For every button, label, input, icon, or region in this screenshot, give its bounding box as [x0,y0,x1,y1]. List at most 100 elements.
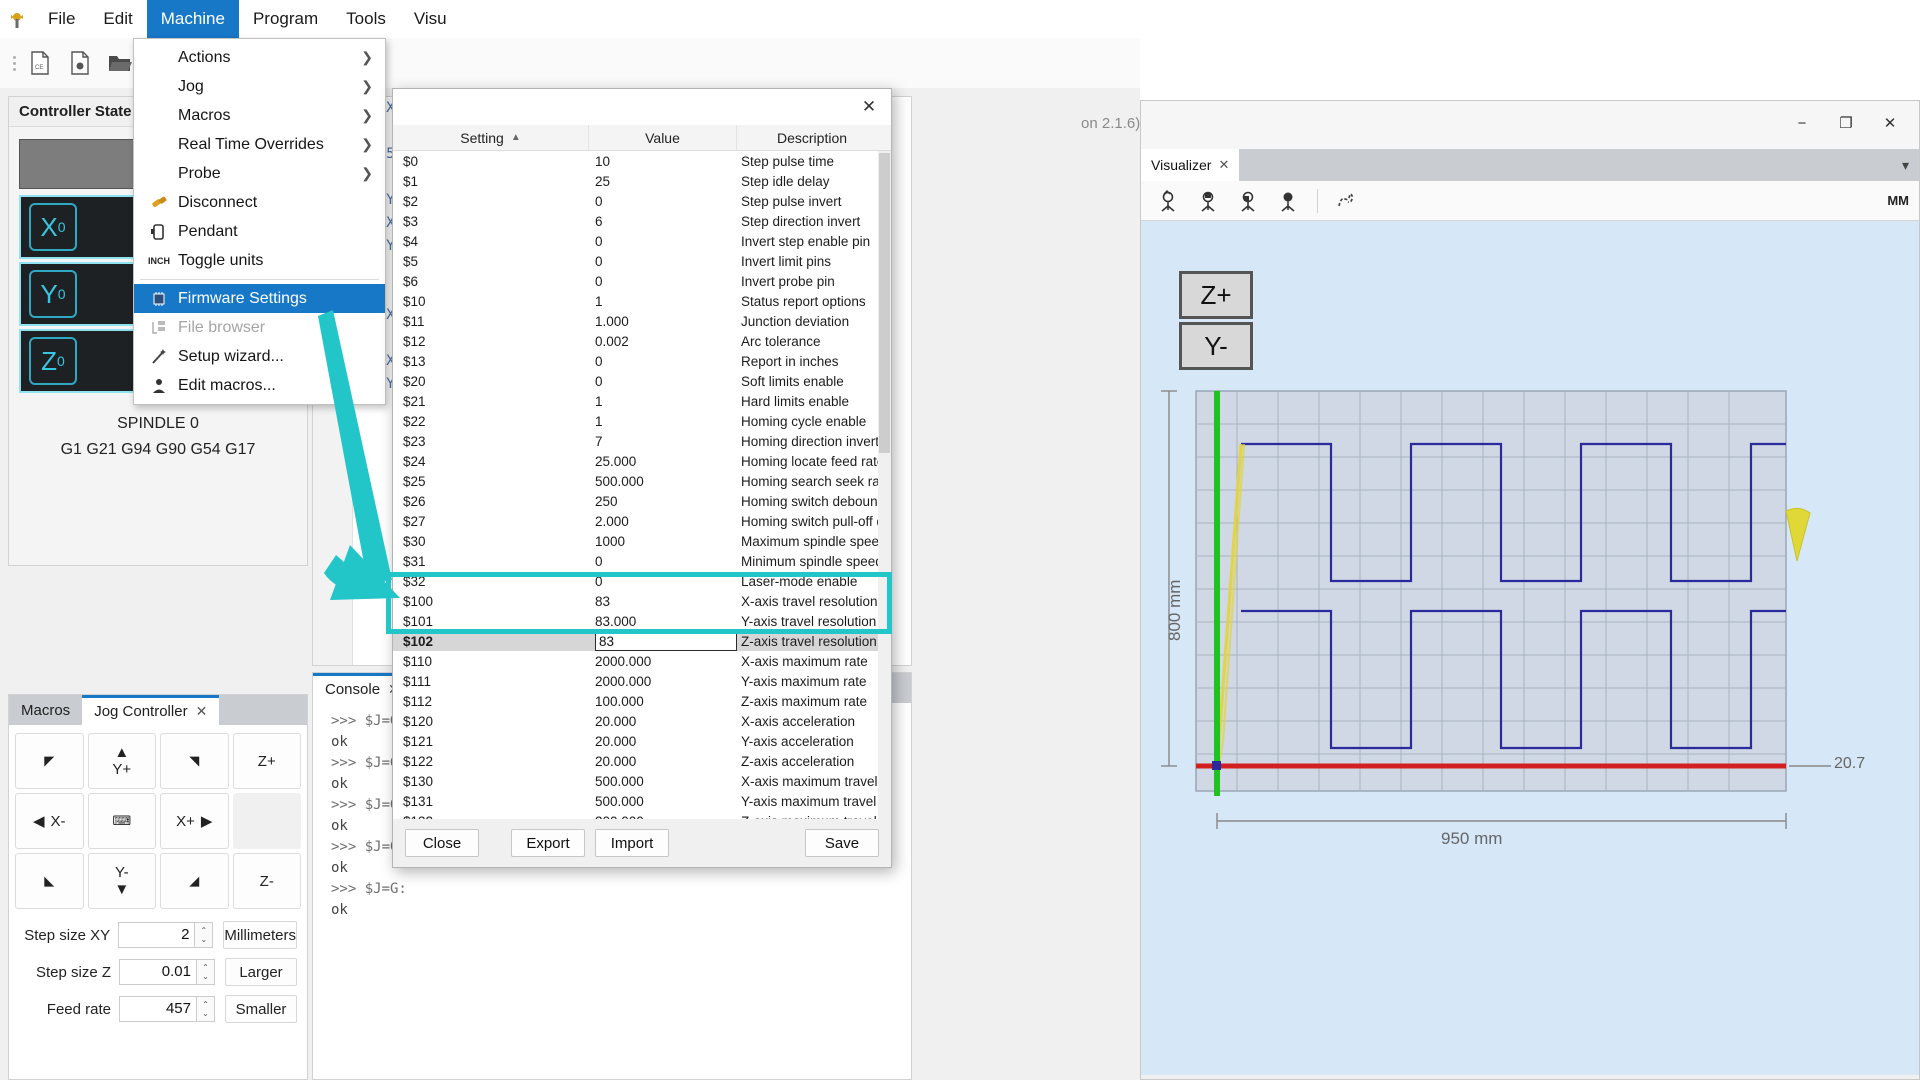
table-row[interactable]: $112 100.000 Z-axis maximum rate [393,691,891,711]
cell-value[interactable]: 25 [589,174,737,189]
cell-value[interactable]: 500.000 [589,794,737,809]
table-row[interactable]: $20 0 Soft limits enable [393,371,891,391]
jog-field-input[interactable]: 0.01 [119,959,197,985]
table-row[interactable]: $30 1000 Maximum spindle speed [393,531,891,551]
open-recent-icon[interactable] [60,43,100,83]
cell-value[interactable]: 0 [589,574,737,589]
table-row[interactable]: $4 0 Invert step enable pin [393,231,891,251]
table-row[interactable]: $21 1 Hard limits enable [393,391,891,411]
view-iso-icon[interactable] [1151,184,1185,218]
visualizer-canvas[interactable]: Z+ Y- 800 mm 950 mm 20.7 [1141,221,1919,1075]
cell-value[interactable]: 20.000 [589,754,737,769]
menu-item-edit-macros[interactable]: Edit macros... [134,371,385,400]
close-icon[interactable]: ✕ [1869,107,1911,139]
axis-zero-x-button[interactable]: X0 [29,203,77,251]
cell-value[interactable]: 1 [589,414,737,429]
table-row[interactable]: $111 2000.000 Y-axis maximum rate [393,671,891,691]
cell-value[interactable]: 83 [589,594,737,609]
column-header-value[interactable]: Value [589,125,737,150]
tab-visualizer[interactable]: Visualizer ✕ [1141,149,1240,181]
table-row[interactable]: $120 20.000 X-axis acceleration [393,711,891,731]
cell-value[interactable]: 6 [589,214,737,229]
save-button[interactable]: Save [805,829,879,857]
jog-home[interactable]: ⌨ [87,793,156,849]
cell-value[interactable]: 20.000 [589,734,737,749]
new-file-icon[interactable]: CE [20,43,60,83]
jog-down-right[interactable]: ◢ [160,853,229,909]
minimize-icon[interactable]: − [1781,107,1823,139]
cell-value[interactable]: 0 [589,234,737,249]
close-icon[interactable]: ✕ [855,95,883,119]
menu-tools[interactable]: Tools [332,0,400,38]
table-row[interactable]: $12 0.002 Arc tolerance [393,331,891,351]
table-scrollbar[interactable] [878,151,891,819]
table-row[interactable]: $122 20.000 Z-axis acceleration [393,751,891,771]
menu-item-real-time-overrides[interactable]: Real Time Overrides ❯ [134,130,385,159]
table-row[interactable]: $102 83 Z-axis travel resolution [393,631,891,651]
menu-edit[interactable]: Edit [89,0,146,38]
cell-value[interactable]: 0 [589,254,737,269]
cell-value[interactable]: 83.000 [589,614,737,629]
cell-value[interactable]: 0 [589,194,737,209]
menu-item-jog[interactable]: Jog ❯ [134,72,385,101]
table-row[interactable]: $13 0 Report in inches [393,351,891,371]
table-row[interactable]: $27 2.000 Homing switch pull-off dis... [393,511,891,531]
menu-item-toggle-units[interactable]: INCH Toggle units [134,246,385,275]
table-row[interactable]: $10 1 Status report options [393,291,891,311]
cell-value[interactable]: 20.000 [589,714,737,729]
value-edit-input[interactable]: 83 [595,631,737,651]
table-row[interactable]: $0 10 Step pulse time [393,151,891,171]
cell-value[interactable]: 0.002 [589,334,737,349]
cell-value[interactable]: 1 [589,294,737,309]
menu-item-setup-wizard[interactable]: Setup wizard... [134,342,385,371]
column-header-setting[interactable]: Setting ▲ [393,125,589,150]
jog-z-plus[interactable]: Z+ [232,733,301,789]
jog-field-input[interactable]: 2 [118,922,196,948]
jog-x-plus[interactable]: X+ ▶ [160,793,229,849]
tab-macros[interactable]: Macros [9,695,83,725]
tab-jog-controller[interactable]: Jog Controller ✕ [82,695,220,725]
jog-field-input[interactable]: 457 [119,996,197,1022]
stepper-icon[interactable]: ⌃ ⌄ [197,996,215,1022]
table-row[interactable]: $3 6 Step direction invert [393,211,891,231]
export-button[interactable]: Export [511,829,585,857]
cell-value[interactable]: 10 [589,154,737,169]
close-icon[interactable]: ✕ [196,703,208,720]
close-icon[interactable]: ✕ [1218,157,1229,173]
table-row[interactable]: $101 83.000 Y-axis travel resolution [393,611,891,631]
table-row[interactable]: $31 0 Minimum spindle speed [393,551,891,571]
jog-field-button[interactable]: Smaller [225,995,297,1023]
panel-minimize-icon[interactable]: ▾ [1902,157,1909,174]
jog-down-left[interactable]: ◣ [15,853,84,909]
cell-value[interactable]: 1.000 [589,314,737,329]
table-row[interactable]: $121 20.000 Y-axis acceleration [393,731,891,751]
menu-item-firmware-settings[interactable]: Firmware Settings [134,284,385,313]
toolbar-grip[interactable] [8,49,20,77]
table-row[interactable]: $1 25 Step idle delay [393,171,891,191]
cell-value[interactable]: 0 [589,374,737,389]
menu-item-probe[interactable]: Probe ❯ [134,159,385,188]
table-row[interactable]: $32 0 Laser-mode enable [393,571,891,591]
cell-value[interactable]: 1 [589,394,737,409]
close-button[interactable]: Close [405,829,479,857]
table-row[interactable]: $6 0 Invert probe pin [393,271,891,291]
menu-item-macros[interactable]: Macros ❯ [134,101,385,130]
jog-up-left[interactable]: ◤ [15,733,84,789]
import-button[interactable]: Import [595,829,669,857]
column-header-description[interactable]: Description [737,125,887,150]
table-row[interactable]: $23 7 Homing direction invert [393,431,891,451]
cell-value[interactable]: 100.000 [589,694,737,709]
view-side-icon[interactable] [1271,184,1305,218]
table-row[interactable]: $26 250 Homing switch debounce ... [393,491,891,511]
menu-item-disconnect[interactable]: Disconnect [134,188,385,217]
table-row[interactable]: $100 83 X-axis travel resolution [393,591,891,611]
menu-item-pendant[interactable]: Pendant [134,217,385,246]
cell-value[interactable]: 0 [589,274,737,289]
view-top-icon[interactable] [1191,184,1225,218]
axis-zero-y-button[interactable]: Y0 [29,270,77,318]
table-row[interactable]: $11 1.000 Junction deviation [393,311,891,331]
jog-z-minus[interactable]: Z- [232,853,301,909]
cell-value[interactable]: 1000 [589,534,737,549]
menu-machine[interactable]: Machine [146,0,239,38]
menu-item-actions[interactable]: Actions ❯ [134,43,385,72]
